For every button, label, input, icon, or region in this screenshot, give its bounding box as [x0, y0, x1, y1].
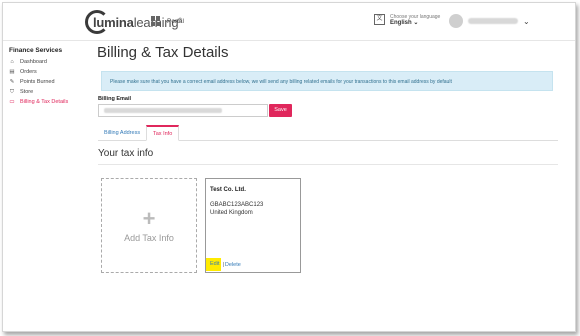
- add-tax-info-card[interactable]: + Add Tax Info: [101, 178, 197, 273]
- tab-billing-address[interactable]: Billing Address: [98, 125, 146, 141]
- plus-icon: +: [142, 205, 156, 231]
- chevron-down-icon: ⌄: [413, 20, 419, 26]
- sidebar: Finance Services ⌂ Dashboard ▤ Orders ✎ …: [9, 47, 89, 107]
- chevron-down-icon: ⌄: [523, 16, 530, 26]
- app-window: luminalearning® Portal 文 Choose your lan…: [2, 2, 576, 332]
- tax-country: United Kingdom: [210, 210, 253, 216]
- top-header: luminalearning® Portal 文 Choose your lan…: [3, 3, 575, 41]
- language-value: English: [390, 20, 412, 26]
- sidebar-item-dashboard[interactable]: ⌂ Dashboard: [9, 57, 89, 67]
- card-actions: Edit | Delete: [206, 258, 241, 271]
- sidebar-item-label: Orders: [20, 69, 37, 75]
- sidebar-item-label: Dashboard: [20, 59, 47, 65]
- sidebar-item-orders[interactable]: ▤ Orders: [9, 67, 89, 77]
- translate-icon: 文: [374, 14, 385, 25]
- logo-brand: lumina: [93, 14, 134, 30]
- sidebar-item-label: Points Burned: [20, 79, 55, 85]
- tax-id: GBABC123ABC123: [210, 202, 264, 208]
- points-icon: ✎: [9, 79, 15, 85]
- username-blurred: [468, 18, 518, 24]
- email-value-blurred: [104, 108, 222, 113]
- grid-icon: [151, 16, 161, 26]
- home-icon: ⌂: [10, 59, 14, 65]
- avatar: [449, 14, 463, 28]
- tab-tax-info[interactable]: Tax Info: [146, 125, 180, 141]
- tax-info-card: Test Co. Ltd. GBABC123ABC123 United King…: [205, 178, 301, 273]
- billing-email-field[interactable]: [98, 104, 268, 117]
- sidebar-item-store[interactable]: ⛉ Store: [9, 87, 89, 97]
- portal-label: Portal: [167, 17, 184, 25]
- user-menu[interactable]: ⌄: [449, 14, 530, 28]
- sidebar-item-label: Store: [20, 89, 34, 95]
- orders-icon: ▤: [9, 69, 15, 75]
- info-alert: Please make sure that you have a correct…: [101, 71, 553, 91]
- cart-icon: ⛉: [9, 88, 15, 95]
- sidebar-item-points-burned[interactable]: ✎ Points Burned: [9, 77, 89, 87]
- language-text: Choose your language English ⌄: [390, 14, 440, 26]
- tabs: Billing Address Tax Info: [98, 125, 558, 141]
- company-name: Test Co. Ltd.: [210, 187, 246, 193]
- add-tax-info-label: Add Tax Info: [124, 232, 174, 243]
- language-selector[interactable]: 文 Choose your language English ⌄: [374, 14, 440, 26]
- sidebar-item-billing-tax[interactable]: ▭ Billing & Tax Details: [9, 97, 89, 107]
- edit-link[interactable]: Edit: [206, 258, 222, 271]
- divider: [98, 164, 558, 165]
- save-button[interactable]: Save: [269, 104, 292, 117]
- delete-link[interactable]: Delete: [225, 262, 241, 268]
- sidebar-title: Finance Services: [9, 47, 63, 54]
- sidebar-item-label: Billing & Tax Details: [20, 99, 69, 105]
- billing-email-label: Billing Email: [98, 96, 132, 102]
- portal-link[interactable]: Portal: [151, 16, 184, 26]
- page-title: Billing & Tax Details: [97, 44, 229, 61]
- section-title: Your tax info: [98, 148, 154, 159]
- credit-card-icon: ▭: [9, 99, 15, 105]
